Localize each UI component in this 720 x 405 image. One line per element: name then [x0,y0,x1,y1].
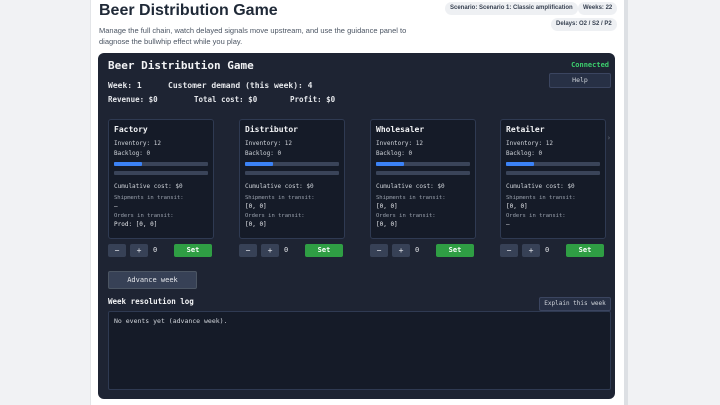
stage-name: Factory [114,125,148,134]
order-controls-distributor: − +0 Set [239,244,343,258]
shipments-value: [0, 0] [506,203,528,210]
set-order-button[interactable]: Set [174,244,212,257]
log-title: Week resolution log [108,297,194,306]
stage-cumulative-cost: Cumulative cost: $0 [114,183,183,190]
inventory-bar [114,162,208,166]
chevron-right-icon: › [606,134,611,142]
stage-card-distributor: Distributor Inventory: 12 Backlog: 0 Cumula… [239,119,345,239]
stage-inventory: Inventory: 12 [245,140,292,147]
order-controls-wholesaler: − +0 Set [370,244,474,258]
stage-card-wholesaler: Wholesaler Inventory: 12 Backlog: 0 Cumulat… [370,119,476,239]
stage-backlog: Backlog: 0 [506,150,543,157]
backlog-bar [114,171,208,175]
inventory-bar-fill [506,162,535,166]
orders-label: Orders in transit: [245,213,305,219]
increment-button[interactable]: + [261,244,279,257]
stage-card-factory: Factory Inventory: 12 Backlog: 0 Cumulative… [108,119,214,239]
increment-button[interactable]: + [522,244,540,257]
order-controls-factory: − +0 Set [108,244,212,258]
stage-cumulative-cost: Cumulative cost: $0 [245,183,314,190]
page-description: Manage the full chain, watch delayed sig… [99,26,407,46]
shipments-value: [0, 0] [376,203,398,210]
panel-title: Beer Distribution Game [108,59,254,72]
order-controls-retailer: − +0 Set [500,244,604,258]
explain-week-button[interactable]: Explain this week [539,297,611,311]
order-quantity: 0 [284,246,289,254]
inventory-bar-fill [376,162,405,166]
stage-name: Distributor [245,125,298,134]
orders-value: — [506,221,510,228]
total-cost-value: Total cost: $0 [194,95,258,104]
backlog-bar [506,171,600,175]
week-counter: Week: 1 [108,81,142,90]
stage-backlog: Backlog: 0 [114,150,151,157]
stage-inventory: Inventory: 12 [114,140,161,147]
set-order-button[interactable]: Set [436,244,474,257]
backlog-bar [245,171,339,175]
inventory-bar-fill [114,162,143,166]
shipments-value: [0, 0] [245,203,267,210]
revenue-value: Revenue: $0 [108,95,158,104]
help-button[interactable]: Help [549,73,611,88]
shipments-value: — [114,203,118,210]
delays-badge: Delays: O2 / S2 / P2 [551,18,617,31]
shipments-label: Shipments in transit: [245,195,315,201]
orders-value: [0, 0] [245,221,267,228]
profit-value: Profit: $0 [290,95,336,104]
stage-backlog: Backlog: 0 [376,150,413,157]
orders-label: Orders in transit: [114,213,174,219]
stage-name: Retailer [506,125,545,134]
shipments-label: Shipments in transit: [114,195,184,201]
set-order-button[interactable]: Set [566,244,604,257]
decrement-button[interactable]: − [500,244,518,257]
set-order-button[interactable]: Set [305,244,343,257]
stage-inventory: Inventory: 12 [376,140,423,147]
orders-label: Orders in transit: [506,213,566,219]
increment-button[interactable]: + [392,244,410,257]
stage-name: Wholesaler [376,125,425,134]
stage-cumulative-cost: Cumulative cost: $0 [506,183,575,190]
backlog-bar [376,171,470,175]
shipments-label: Shipments in transit: [506,195,576,201]
connection-status: Connected [571,61,609,69]
advance-week-button[interactable]: Advance week [108,271,197,289]
decrement-button[interactable]: − [108,244,126,257]
order-quantity: 0 [415,246,420,254]
page-title: Beer Distribution Game [99,2,278,19]
week-log: No events yet (advance week). [108,311,611,390]
order-quantity: 0 [545,246,550,254]
weeks-badge: Weeks: 22 [578,2,618,15]
shipments-label: Shipments in transit: [376,195,446,201]
decrement-button[interactable]: − [239,244,257,257]
scenario-badge: Scenario: Scenario 1: Classic amplificat… [445,2,578,15]
inventory-bar [245,162,339,166]
order-quantity: 0 [153,246,158,254]
inventory-bar [506,162,600,166]
inventory-bar-fill [245,162,274,166]
log-text: No events yet (advance week). [114,317,228,325]
stage-card-retailer: Retailer Inventory: 12 Backlog: 0 Cumulativ… [500,119,606,239]
stage-cumulative-cost: Cumulative cost: $0 [376,183,445,190]
game-panel: Beer Distribution Game Connected Help We… [98,53,615,399]
stage-backlog: Backlog: 0 [245,150,282,157]
increment-button[interactable]: + [130,244,148,257]
inventory-bar [376,162,470,166]
orders-value: Prod: [0, 0] [114,221,158,228]
customer-demand: Customer demand (this week): 4 [168,81,313,90]
decrement-button[interactable]: − [370,244,388,257]
orders-label: Orders in transit: [376,213,436,219]
orders-value: [0, 0] [376,221,398,228]
stage-inventory: Inventory: 12 [506,140,553,147]
page-container: Beer Distribution Game Manage the full c… [90,0,628,405]
